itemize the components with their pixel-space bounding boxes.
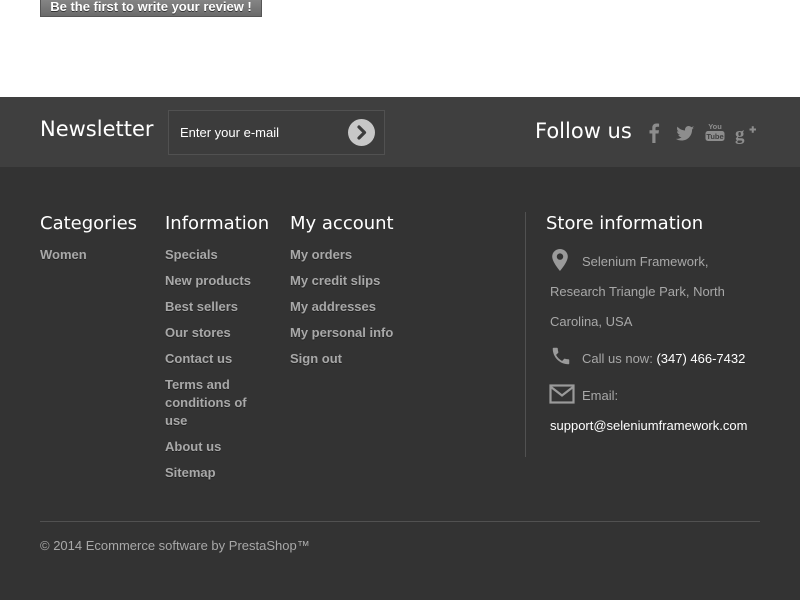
info-link-new-products[interactable]: New products: [165, 272, 260, 290]
copyright-text: © 2014 Ecommerce software by PrestaShop™: [40, 538, 310, 553]
store-phone: (347) 466-7432: [656, 351, 746, 366]
account-link-sign-out[interactable]: Sign out: [290, 350, 420, 368]
my-account-list: My orders My credit slips My addresses M…: [290, 246, 420, 376]
svg-text:You: You: [708, 122, 722, 131]
info-link-about-us[interactable]: About us: [165, 438, 260, 456]
account-link-addresses[interactable]: My addresses: [290, 298, 420, 316]
info-link-terms[interactable]: Terms and conditions of use: [165, 376, 260, 430]
chevron-right-icon: [357, 125, 367, 140]
call-us-text: Call us now: (347) 466-7432: [582, 344, 745, 374]
write-review-button[interactable]: Be the first to write your review !: [40, 0, 262, 17]
store-address-line-3: Carolina, USA: [550, 314, 633, 329]
account-link-credit-slips[interactable]: My credit slips: [290, 272, 420, 290]
info-link-contact-us[interactable]: Contact us: [165, 350, 260, 368]
account-link-orders[interactable]: My orders: [290, 246, 420, 264]
store-information-title: Store information: [546, 213, 704, 234]
categories-title: Categories: [40, 213, 138, 234]
envelope-icon: [549, 384, 575, 409]
store-email-link[interactable]: support@seleniumframework.com: [550, 411, 747, 441]
svg-text:Tube: Tube: [706, 132, 723, 141]
information-title: Information: [165, 213, 270, 234]
email-label: Email:: [582, 388, 619, 403]
facebook-icon[interactable]: [646, 122, 670, 144]
google-plus-icon[interactable]: g: [734, 122, 758, 144]
info-link-our-stores[interactable]: Our stores: [165, 324, 260, 342]
svg-text:g: g: [735, 124, 745, 144]
categories-list: Women: [40, 246, 150, 272]
newsletter-submit-button[interactable]: [348, 119, 375, 146]
follow-us-title: Follow us: [535, 119, 632, 143]
information-list: Specials New products Best sellers Our s…: [165, 246, 260, 490]
map-marker-icon: [551, 248, 569, 277]
category-link-women[interactable]: Women: [40, 246, 150, 264]
call-us-label: Call us now:: [582, 351, 653, 366]
info-link-sitemap[interactable]: Sitemap: [165, 464, 260, 482]
newsletter-email-input[interactable]: [169, 111, 339, 154]
newsletter-bar: Newsletter Follow us You Tube g: [0, 97, 800, 167]
youtube-icon[interactable]: You Tube: [704, 121, 728, 143]
my-account-title: My account: [290, 213, 394, 234]
store-address-line-1: Selenium Framework,: [582, 254, 709, 269]
info-link-best-sellers[interactable]: Best sellers: [165, 298, 260, 316]
info-link-specials[interactable]: Specials: [165, 246, 260, 264]
twitter-icon[interactable]: [674, 122, 698, 144]
account-link-personal-info[interactable]: My personal info: [290, 324, 420, 342]
product-content-area: Be the first to write your review !: [0, 0, 800, 97]
store-address-line-2: Research Triangle Park, North: [550, 284, 725, 299]
newsletter-title: Newsletter: [40, 117, 154, 141]
phone-icon: [550, 345, 572, 372]
store-divider: [525, 212, 526, 457]
newsletter-form: [168, 110, 385, 155]
footer-bottom-divider: [40, 521, 760, 522]
